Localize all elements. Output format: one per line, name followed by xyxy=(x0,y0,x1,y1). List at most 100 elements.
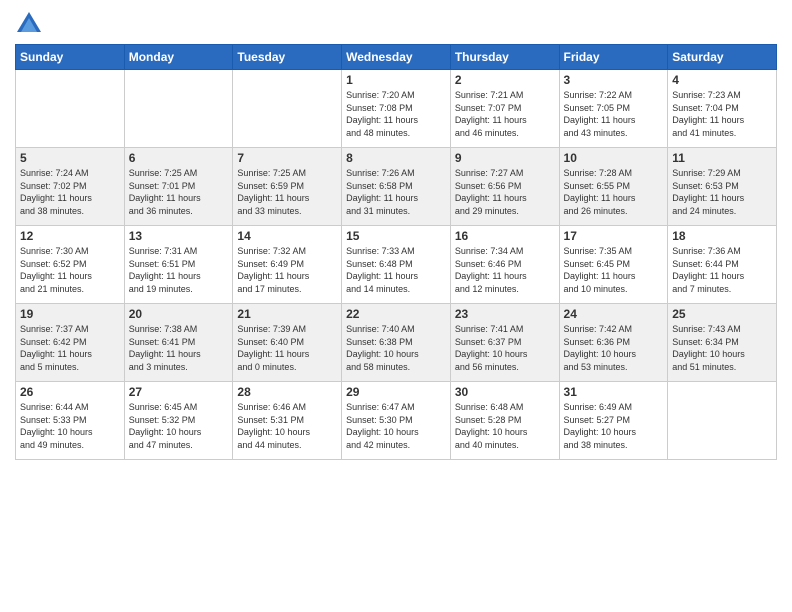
calendar-cell: 21 Sunrise: 7:39 AM Sunset: 6:40 PM Dayli… xyxy=(233,304,342,382)
calendar-cell: 23 Sunrise: 7:41 AM Sunset: 6:37 PM Dayli… xyxy=(450,304,559,382)
day-info: Sunrise: 7:32 AM Sunset: 6:49 PM Dayligh… xyxy=(237,245,337,295)
day-number: 11 xyxy=(672,151,772,165)
day-info: Sunrise: 7:38 AM Sunset: 6:41 PM Dayligh… xyxy=(129,323,229,373)
day-number: 3 xyxy=(564,73,664,87)
day-number: 9 xyxy=(455,151,555,165)
day-number: 28 xyxy=(237,385,337,399)
header xyxy=(15,10,777,38)
day-number: 12 xyxy=(20,229,120,243)
weekday-header-tuesday: Tuesday xyxy=(233,45,342,70)
calendar-cell xyxy=(233,70,342,148)
week-row-3: 19Sunrise: 7:37 AM Sunset: 6:42 PM Dayli… xyxy=(16,304,777,382)
day-info: Sunrise: 7:43 AM Sunset: 6:34 PM Dayligh… xyxy=(672,323,772,373)
day-info: Sunrise: 7:41 AM Sunset: 6:37 PM Dayligh… xyxy=(455,323,555,373)
day-number: 10 xyxy=(564,151,664,165)
day-info: Sunrise: 7:36 AM Sunset: 6:44 PM Dayligh… xyxy=(672,245,772,295)
day-number: 13 xyxy=(129,229,229,243)
day-number: 2 xyxy=(455,73,555,87)
day-number: 5 xyxy=(20,151,120,165)
page: SundayMondayTuesdayWednesdayThursdayFrid… xyxy=(0,0,792,612)
day-number: 15 xyxy=(346,229,446,243)
day-info: Sunrise: 7:21 AM Sunset: 7:07 PM Dayligh… xyxy=(455,89,555,139)
day-number: 31 xyxy=(564,385,664,399)
day-number: 14 xyxy=(237,229,337,243)
calendar-cell: 10 Sunrise: 7:28 AM Sunset: 6:55 PM Dayli… xyxy=(559,148,668,226)
calendar-cell: 6 Sunrise: 7:25 AM Sunset: 7:01 PM Daylig… xyxy=(124,148,233,226)
day-info: Sunrise: 7:25 AM Sunset: 6:59 PM Dayligh… xyxy=(237,167,337,217)
day-info: Sunrise: 7:30 AM Sunset: 6:52 PM Dayligh… xyxy=(20,245,120,295)
day-info: Sunrise: 7:39 AM Sunset: 6:40 PM Dayligh… xyxy=(237,323,337,373)
calendar-cell: 14 Sunrise: 7:32 AM Sunset: 6:49 PM Dayli… xyxy=(233,226,342,304)
calendar-cell: 9 Sunrise: 7:27 AM Sunset: 6:56 PM Daylig… xyxy=(450,148,559,226)
calendar-cell: 27 Sunrise: 6:45 AM Sunset: 5:32 PM Dayli… xyxy=(124,382,233,460)
calendar-cell: 22Sunrise: 7:40 AM Sunset: 6:38 PM Dayli… xyxy=(342,304,451,382)
day-info: Sunrise: 6:45 AM Sunset: 5:32 PM Dayligh… xyxy=(129,401,229,451)
weekday-header-monday: Monday xyxy=(124,45,233,70)
logo xyxy=(15,10,47,38)
day-number: 29 xyxy=(346,385,446,399)
calendar-cell: 5Sunrise: 7:24 AM Sunset: 7:02 PM Daylig… xyxy=(16,148,125,226)
day-info: Sunrise: 7:35 AM Sunset: 6:45 PM Dayligh… xyxy=(564,245,664,295)
day-number: 23 xyxy=(455,307,555,321)
day-info: Sunrise: 7:25 AM Sunset: 7:01 PM Dayligh… xyxy=(129,167,229,217)
day-number: 18 xyxy=(672,229,772,243)
weekday-header-sunday: Sunday xyxy=(16,45,125,70)
day-info: Sunrise: 7:20 AM Sunset: 7:08 PM Dayligh… xyxy=(346,89,446,139)
day-info: Sunrise: 7:23 AM Sunset: 7:04 PM Dayligh… xyxy=(672,89,772,139)
day-info: Sunrise: 7:29 AM Sunset: 6:53 PM Dayligh… xyxy=(672,167,772,217)
day-number: 20 xyxy=(129,307,229,321)
week-row-0: 1Sunrise: 7:20 AM Sunset: 7:08 PM Daylig… xyxy=(16,70,777,148)
calendar-cell: 12 Sunrise: 7:30 AM Sunset: 6:52 PM Dayli… xyxy=(16,226,125,304)
calendar-cell: 8 Sunrise: 7:26 AM Sunset: 6:58 PM Daylig… xyxy=(342,148,451,226)
weekday-header-row: SundayMondayTuesdayWednesdayThursdayFrid… xyxy=(16,45,777,70)
calendar-cell: 4Sunrise: 7:23 AM Sunset: 7:04 PM Daylig… xyxy=(668,70,777,148)
weekday-header-friday: Friday xyxy=(559,45,668,70)
weekday-header-saturday: Saturday xyxy=(668,45,777,70)
calendar-cell: 15 Sunrise: 7:33 AM Sunset: 6:48 PM Dayli… xyxy=(342,226,451,304)
day-info: Sunrise: 7:27 AM Sunset: 6:56 PM Dayligh… xyxy=(455,167,555,217)
calendar-cell: 16 Sunrise: 7:34 AM Sunset: 6:46 PM Dayli… xyxy=(450,226,559,304)
day-number: 30 xyxy=(455,385,555,399)
day-number: 25 xyxy=(672,307,772,321)
day-info: Sunrise: 7:40 AM Sunset: 6:38 PM Dayligh… xyxy=(346,323,446,373)
weekday-header-wednesday: Wednesday xyxy=(342,45,451,70)
day-info: Sunrise: 7:22 AM Sunset: 7:05 PM Dayligh… xyxy=(564,89,664,139)
day-number: 21 xyxy=(237,307,337,321)
day-number: 7 xyxy=(237,151,337,165)
calendar-cell: 18 Sunrise: 7:36 AM Sunset: 6:44 PM Dayli… xyxy=(668,226,777,304)
calendar-cell: 2 Sunrise: 7:21 AM Sunset: 7:07 PM Daylig… xyxy=(450,70,559,148)
calendar-cell: 24 Sunrise: 7:42 AM Sunset: 6:36 PM Dayli… xyxy=(559,304,668,382)
calendar-cell: 17 Sunrise: 7:35 AM Sunset: 6:45 PM Dayli… xyxy=(559,226,668,304)
day-info: Sunrise: 6:48 AM Sunset: 5:28 PM Dayligh… xyxy=(455,401,555,451)
week-row-1: 5Sunrise: 7:24 AM Sunset: 7:02 PM Daylig… xyxy=(16,148,777,226)
day-info: Sunrise: 7:26 AM Sunset: 6:58 PM Dayligh… xyxy=(346,167,446,217)
calendar-cell: 28 Sunrise: 6:46 AM Sunset: 5:31 PM Dayli… xyxy=(233,382,342,460)
day-number: 26 xyxy=(20,385,120,399)
calendar-cell xyxy=(124,70,233,148)
day-number: 17 xyxy=(564,229,664,243)
day-info: Sunrise: 6:46 AM Sunset: 5:31 PM Dayligh… xyxy=(237,401,337,451)
calendar-cell: 31 Sunrise: 6:49 AM Sunset: 5:27 PM Dayli… xyxy=(559,382,668,460)
calendar-cell xyxy=(668,382,777,460)
day-number: 24 xyxy=(564,307,664,321)
calendar-cell: 7 Sunrise: 7:25 AM Sunset: 6:59 PM Daylig… xyxy=(233,148,342,226)
day-number: 8 xyxy=(346,151,446,165)
day-info: Sunrise: 6:47 AM Sunset: 5:30 PM Dayligh… xyxy=(346,401,446,451)
day-info: Sunrise: 7:42 AM Sunset: 6:36 PM Dayligh… xyxy=(564,323,664,373)
week-row-4: 26Sunrise: 6:44 AM Sunset: 5:33 PM Dayli… xyxy=(16,382,777,460)
calendar: SundayMondayTuesdayWednesdayThursdayFrid… xyxy=(15,44,777,460)
day-info: Sunrise: 7:33 AM Sunset: 6:48 PM Dayligh… xyxy=(346,245,446,295)
day-number: 27 xyxy=(129,385,229,399)
day-number: 6 xyxy=(129,151,229,165)
calendar-cell: 30 Sunrise: 6:48 AM Sunset: 5:28 PM Dayli… xyxy=(450,382,559,460)
week-row-2: 12 Sunrise: 7:30 AM Sunset: 6:52 PM Dayli… xyxy=(16,226,777,304)
day-number: 16 xyxy=(455,229,555,243)
day-info: Sunrise: 7:34 AM Sunset: 6:46 PM Dayligh… xyxy=(455,245,555,295)
day-info: Sunrise: 7:28 AM Sunset: 6:55 PM Dayligh… xyxy=(564,167,664,217)
calendar-cell: 29 Sunrise: 6:47 AM Sunset: 5:30 PM Dayli… xyxy=(342,382,451,460)
day-info: Sunrise: 6:49 AM Sunset: 5:27 PM Dayligh… xyxy=(564,401,664,451)
day-number: 19 xyxy=(20,307,120,321)
calendar-cell: 19Sunrise: 7:37 AM Sunset: 6:42 PM Dayli… xyxy=(16,304,125,382)
calendar-cell: 25 Sunrise: 7:43 AM Sunset: 6:34 PM Dayli… xyxy=(668,304,777,382)
day-info: Sunrise: 7:31 AM Sunset: 6:51 PM Dayligh… xyxy=(129,245,229,295)
